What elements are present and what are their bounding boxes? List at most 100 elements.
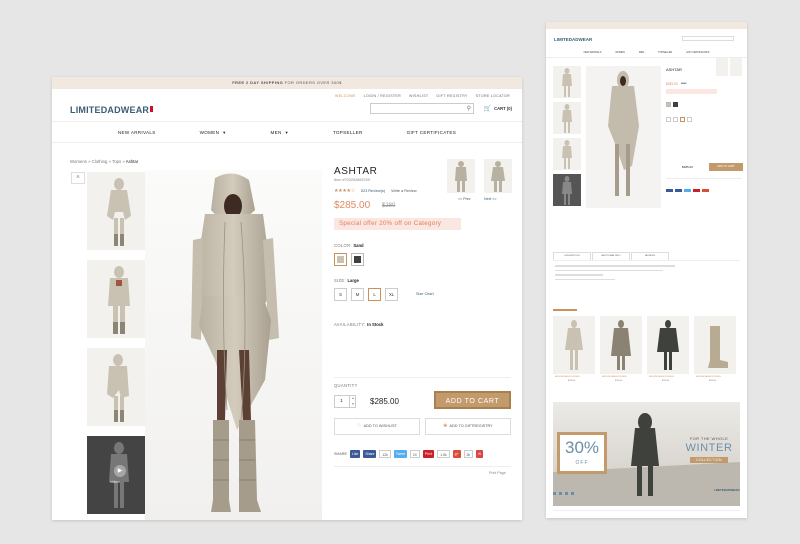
size-chart-link[interactable]: Size Chart [416,292,434,296]
tweet-button[interactable]: Tweet [393,450,407,458]
play-icon[interactable]: ▶ [114,465,126,477]
preview-product-price: $285.00 [662,380,670,382]
preview-nav-item[interactable]: TOPSELLER [658,48,672,57]
prev-link[interactable]: << Prev [458,197,471,201]
email-icon[interactable]: ✉ [476,450,483,458]
print-page-link[interactable]: Print Page [489,471,506,475]
preview-nav-item[interactable]: MEN [639,48,644,57]
add-to-giftregistry-button[interactable]: ❀ ADD TO GIFTREGISTRY [425,418,511,435]
prev-product-thumb[interactable] [447,159,475,193]
google-plus-button[interactable]: g+ [452,450,461,458]
quantity-arrows-icon[interactable]: ▲ ▼ [349,395,356,408]
divider [334,466,511,467]
preview-nav-item[interactable]: WOMEN [615,48,624,57]
preview-related-product[interactable] [600,316,642,374]
breadcrumb-path[interactable]: Womens » Clothing » Tops » [70,159,126,164]
preview-swatch[interactable] [666,102,671,107]
size-s[interactable]: S [334,288,347,301]
add-to-cart-button[interactable]: ADD TO CART [434,391,511,409]
main-product-image[interactable] [145,170,322,520]
preview-product-name[interactable]: MEDIUM FASHION DRESS [602,376,627,378]
add-to-wishlist-button[interactable]: ♡ ADD TO WISHLIST [334,418,420,435]
preview-product-name[interactable]: MEDIUM FASHION DRESS [649,376,674,378]
star-rating-icon: ★★★★☆ [334,188,355,194]
preview-thumbnail[interactable] [553,66,581,98]
preview-product-name[interactable]: MEDIUM FASHION DRESS [696,376,721,378]
preview-size[interactable] [673,117,678,122]
availability: AVAILABILITY: In Stock [334,322,384,327]
top-link-login[interactable]: LOGIN / REGISTER [364,94,401,98]
preview-nav-item[interactable]: GIFT CERTIFICATES [686,48,709,57]
search-input[interactable]: ⚲ [370,103,474,114]
preview-prev-thumb[interactable] [716,58,728,76]
preview-shipping-banner [546,22,747,29]
preview-thumbnail[interactable] [553,138,581,170]
nav-women[interactable]: WOMEN ▼ [178,122,249,142]
chevron-down-icon: ▼ [284,130,289,135]
heart-icon: ♡ [357,423,362,429]
preview-product-name[interactable]: MEDIUM FASHION DRESS [555,376,580,378]
pinterest-button[interactable]: Pin it [422,450,435,458]
next-product-thumb[interactable] [484,159,512,193]
discount-box: 30% OFF [557,432,607,474]
size-xl[interactable]: XL [385,288,398,301]
thumbnail-strip: ˄ ▶ video ˅ [70,169,151,520]
facebook-like-button[interactable]: Like [350,450,361,458]
discount-value: 30% [564,438,600,457]
preview-size[interactable] [680,117,685,122]
top-link-store-locator[interactable]: STORE LOCATOR [476,94,510,98]
share-count: 12k [379,450,391,458]
swatch-dark[interactable] [351,253,364,266]
divider [334,377,511,378]
cart-button[interactable]: 🛒 CART (0) [484,105,512,112]
preview-search-input[interactable] [682,36,734,41]
winter-promo-banner[interactable]: 30% OFF FOR THE WHOLE WINTER COLLECTION [553,402,740,506]
preview-next-thumb[interactable] [730,58,742,76]
discount-off: OFF [575,460,589,466]
preview-related-product[interactable] [553,316,595,374]
chevron-up-icon[interactable]: ˄ [71,172,85,184]
nav-gift-certificates[interactable]: GIFT CERTIFICATES [385,122,479,142]
preview-thumbnail[interactable] [553,174,581,206]
product-price: $285.00 [334,200,371,211]
top-link-wishlist[interactable]: WISHLIST [409,94,428,98]
swatch-sand[interactable] [334,253,347,266]
preview-logo[interactable]: LIMITEDADWEAR [554,37,592,42]
nav-topseller[interactable]: TOPSELLER [311,122,385,142]
video-label: video [110,479,120,484]
banner-line1: FOR THE WHOLE [689,436,729,441]
preview-related-product[interactable] [647,316,689,374]
full-page-preview: LIMITEDADWEAR NEW ARRIVALS WOMEN MEN TOP… [546,22,747,518]
nav-men[interactable]: MEN ▼ [249,122,311,142]
preview-related-product[interactable] [694,316,736,374]
size-l[interactable]: L [368,288,381,301]
preview-add-to-cart-button[interactable]: ADD TO CART [709,163,743,171]
facebook-share-button[interactable]: Share [363,450,377,458]
thumbnail-1[interactable] [87,172,151,250]
size-m[interactable]: M [351,288,364,301]
gplus-count: 2k [463,450,474,458]
search-icon[interactable]: ⚲ [467,105,471,112]
preview-size[interactable] [687,117,692,122]
preview-product-price: $285.00 [709,380,717,382]
preview-product-price: $285.00 [615,380,623,382]
top-link-welcome[interactable]: WELCOME [335,94,356,98]
thumbnail-3[interactable] [87,348,151,426]
top-link-gift-registry[interactable]: GIFT REGISTRY [436,94,467,98]
preview-size[interactable] [666,117,671,122]
reviews-link[interactable]: 523 Review(s) [361,189,385,193]
thumbnail-2[interactable] [87,260,151,338]
preview-swatch[interactable] [673,102,678,107]
preview-main-image[interactable] [586,66,661,208]
preview-nav-item[interactable]: NEW ARRIVALS [584,48,602,57]
cart-label: CART (0) [494,106,512,111]
site-logo[interactable]: LIMITEDADWEAR [70,105,154,115]
write-review-link[interactable]: Write a Review [391,189,416,193]
preview-description-lines [555,265,675,283]
next-link[interactable]: Next >> [484,197,497,201]
thumbnail-video[interactable]: ▶ video [87,436,151,514]
preview-nav: NEW ARRIVALS WOMEN MEN TOPSELLER GIFT CE… [546,48,747,58]
nav-new-arrivals[interactable]: NEW ARRIVALS [96,122,178,142]
banner-line2: WINTER [685,442,733,454]
preview-thumbnail[interactable] [553,102,581,134]
